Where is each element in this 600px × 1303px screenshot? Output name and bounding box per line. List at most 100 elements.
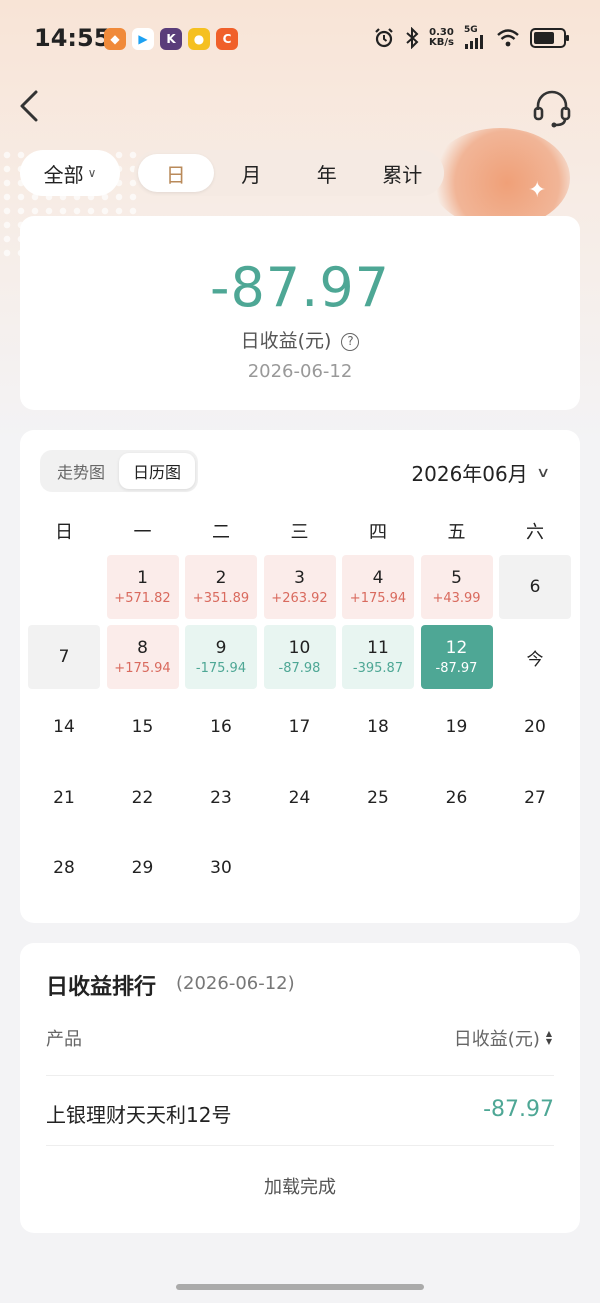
daily-income-label: 日收益(元) ?: [20, 326, 580, 353]
calendar-day[interactable]: 4 +175.94: [342, 555, 414, 619]
product-income: -87.97: [483, 1097, 554, 1122]
calendar-day[interactable]: 今: [499, 625, 571, 689]
calendar-day[interactable]: 11 -395.87: [342, 625, 414, 689]
wifi-icon: [497, 28, 519, 46]
day-number: 26: [445, 788, 468, 808]
tab-trend-chart[interactable]: 走势图: [43, 453, 119, 489]
daily-income-value: -87.97: [209, 256, 391, 319]
summary-card: -87.97 日收益(元) ? 2026-06-12: [20, 216, 580, 410]
tab-cumulative[interactable]: 累计: [365, 154, 441, 192]
calendar-day[interactable]: 5 +43.99: [420, 555, 493, 619]
calendar-day[interactable]: 10 -87.98: [263, 625, 336, 689]
calendar-day[interactable]: 2 +351.89: [185, 555, 257, 619]
account-filter-select[interactable]: 全部 ∨: [20, 150, 120, 196]
tab-year[interactable]: 年: [289, 154, 365, 192]
day-number: 1: [137, 568, 148, 588]
calendar-day[interactable]: 15: [107, 695, 179, 759]
calendar-day[interactable]: 24: [264, 766, 336, 830]
calendar-day[interactable]: 6: [499, 555, 571, 619]
day-income: +43.99: [432, 591, 481, 606]
calendar-day[interactable]: 19: [421, 695, 493, 759]
calendar-day[interactable]: 9 -175.94: [185, 625, 257, 689]
calendar-day[interactable]: 20: [499, 695, 571, 759]
calendar-day[interactable]: 7: [28, 625, 100, 689]
day-number: 18: [367, 717, 389, 737]
tab-day[interactable]: 日: [138, 154, 214, 192]
weekday-label: 日: [55, 522, 73, 543]
alarm-icon: [375, 27, 393, 47]
calendar-day[interactable]: 30: [185, 836, 257, 900]
day-number: 21: [53, 788, 75, 808]
weekday-label: 三: [290, 522, 309, 543]
calendar-day[interactable]: 14: [28, 695, 100, 759]
day-income: -87.97: [435, 661, 478, 676]
ranking-title: 日收益排行: [46, 975, 157, 1000]
calendar-day[interactable]: 18: [342, 695, 414, 759]
day-number: 5: [451, 568, 462, 588]
calendar-day[interactable]: 21: [28, 766, 100, 830]
summary-date: 2026-06-12: [247, 361, 353, 382]
calendar-day[interactable]: 25: [342, 766, 414, 830]
day-number: 今: [526, 649, 544, 670]
calendar-day[interactable]: 26: [421, 766, 493, 830]
column-income-header[interactable]: 日收益(元) ▲ ▼: [454, 1025, 552, 1051]
divider: [46, 1145, 554, 1146]
day-number: 7: [58, 647, 70, 667]
status-bar: 14:55 ◆ ▶ K ● C 0.30 KB/s 5G: [0, 0, 600, 78]
day-income: -175.94: [195, 661, 247, 676]
load-complete-text: 加载完成: [264, 1177, 336, 1198]
weekday-label: 五: [447, 522, 466, 543]
calendar-day[interactable]: 29: [107, 836, 179, 900]
weekday-label: 四: [369, 522, 387, 543]
day-number: 25: [367, 788, 389, 808]
help-icon[interactable]: ?: [341, 333, 360, 351]
day-number: 29: [131, 858, 154, 878]
chevron-down-icon: ∨: [87, 166, 97, 180]
day-income: +175.94: [349, 591, 407, 606]
signal-bars-icon: [465, 35, 483, 49]
day-number: 22: [131, 788, 154, 808]
tab-calendar-chart[interactable]: 日历图: [119, 453, 195, 489]
weekday-label: 二: [212, 522, 230, 543]
calendar-day[interactable]: 12 -87.97: [420, 625, 493, 689]
calendar-day[interactable]: 22: [107, 766, 179, 830]
day-number: 4: [372, 568, 384, 588]
bluetooth-icon: [406, 26, 419, 49]
month-selector[interactable]: 2026年06月 ∨: [411, 458, 550, 487]
calendar-day[interactable]: 1 +571.82: [106, 555, 179, 619]
back-button[interactable]: [16, 88, 56, 128]
calendar-day[interactable]: 8 +175.94: [106, 625, 179, 689]
net-speed: 0.30 KB/s: [429, 26, 454, 48]
home-indicator[interactable]: [176, 1284, 424, 1290]
calendar-day[interactable]: 23: [185, 766, 257, 830]
app-play-icon: ▶: [132, 28, 154, 50]
period-tabs: 日 月 年 累计: [134, 150, 444, 196]
calendar-day[interactable]: 28: [28, 836, 100, 900]
view-toggle: 走势图 日历图: [40, 450, 198, 492]
calendar-day[interactable]: 27: [499, 766, 571, 830]
decorative-orb: [430, 128, 570, 228]
day-number: 24: [288, 788, 311, 808]
day-number: 11: [367, 638, 389, 658]
status-time: 14:55: [34, 24, 111, 52]
calendar-day[interactable]: 3 +263.92: [263, 555, 336, 619]
signal-indicator: 5G: [464, 26, 486, 49]
customer-service-button[interactable]: [530, 86, 574, 130]
calendar-day[interactable]: 17: [264, 695, 336, 759]
product-name[interactable]: 上银理财天天利12号: [46, 1099, 231, 1128]
chevron-left-icon: [20, 90, 38, 122]
day-number: 12: [445, 638, 468, 658]
calendar-day[interactable]: 16: [185, 695, 257, 759]
app-yellow-icon: ●: [188, 28, 210, 50]
day-number: 20: [524, 717, 546, 737]
day-number: 17: [288, 717, 311, 737]
tab-month[interactable]: 月: [214, 154, 290, 192]
day-number: 19: [445, 717, 468, 737]
column-product-header: 产品: [46, 1029, 82, 1050]
sparkle-icon: ✦: [528, 178, 547, 203]
sort-icon: ▲ ▼: [545, 1029, 552, 1046]
day-income: +571.82: [114, 591, 171, 606]
day-number: 27: [524, 788, 546, 808]
day-number: 14: [53, 717, 75, 737]
day-income: -395.87: [352, 661, 404, 676]
